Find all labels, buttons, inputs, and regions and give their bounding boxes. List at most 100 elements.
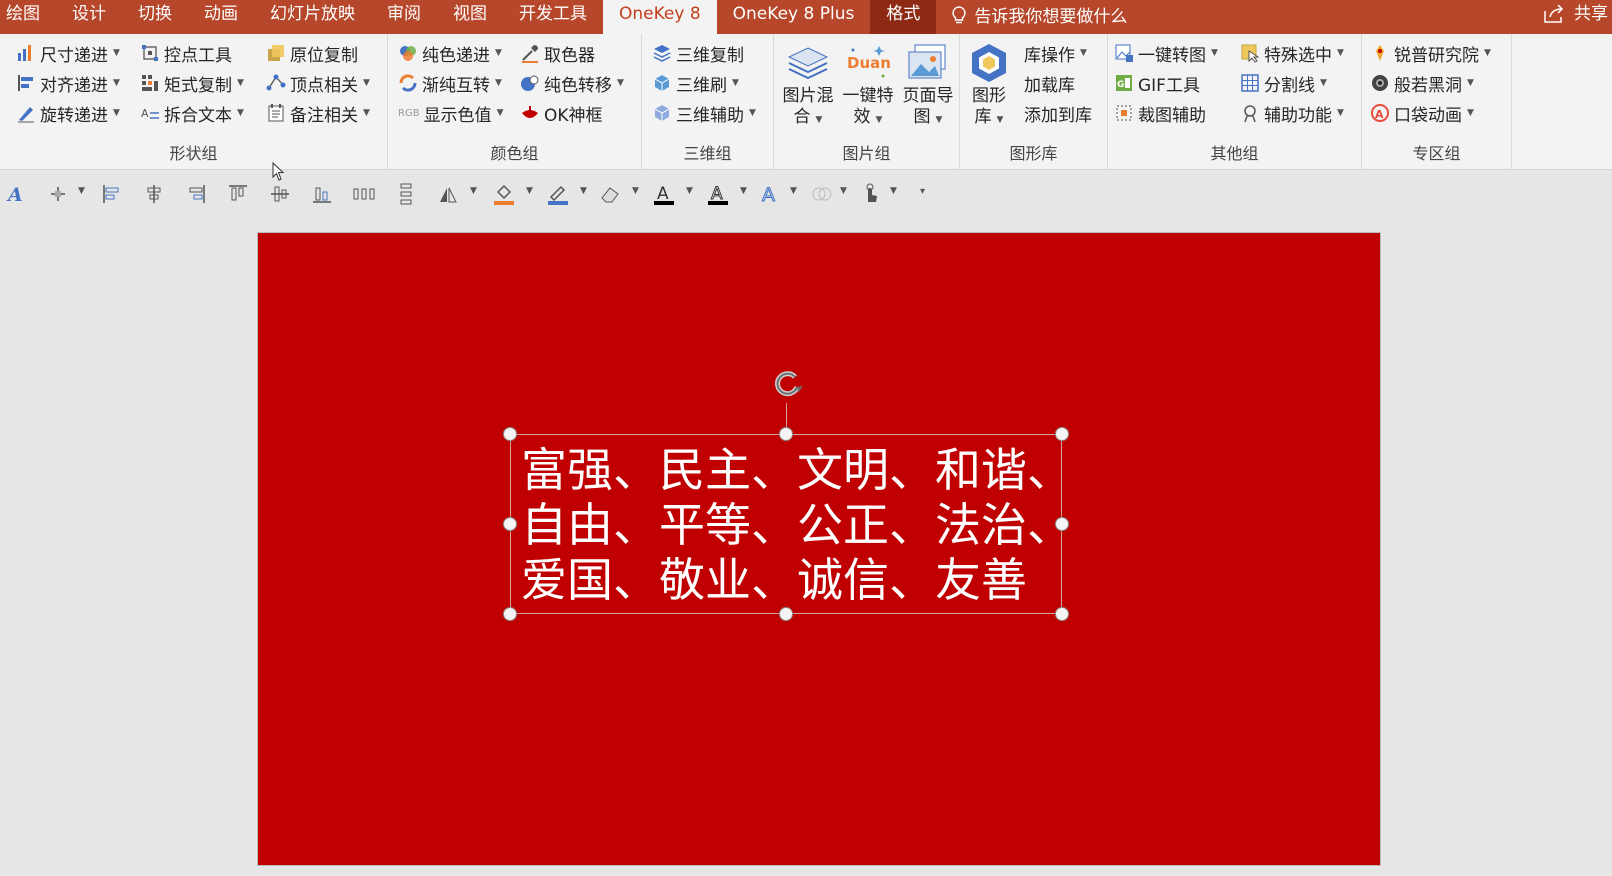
chevron-down-icon[interactable]: ▼ [890, 186, 897, 196]
align-right-icon[interactable] [184, 182, 208, 206]
chevron-down-icon[interactable]: ▼ [686, 186, 693, 196]
black-hole-icon [1372, 75, 1388, 91]
inplace-copy-button[interactable]: 原位复制 [266, 40, 358, 66]
threed-assist-button[interactable]: 三维辅助 ▼ [652, 100, 756, 126]
share-button[interactable]: 共享 [1542, 0, 1608, 28]
shape-merge-icon[interactable] [810, 182, 834, 206]
resize-handle-right[interactable] [1055, 517, 1069, 531]
color-picker-button[interactable]: 取色器 [520, 40, 595, 66]
touch-mode-icon[interactable] [858, 182, 882, 206]
chevron-down-icon[interactable]: ▼ [740, 186, 747, 196]
notes-button[interactable]: 备注相关 ▼ [266, 100, 370, 126]
gif-tool-button[interactable]: G GIF工具 [1114, 70, 1200, 96]
svg-text:A: A [6, 184, 23, 206]
shape-outline-icon[interactable] [546, 182, 570, 206]
eraser-icon[interactable] [598, 182, 622, 206]
align-middle-icon[interactable] [268, 182, 292, 206]
chevron-down-icon: ▼ [363, 108, 370, 118]
shape-library-group: 图形 库 ▼ 库操作 ▼ 加载库 添加到库 图形库 [960, 34, 1108, 170]
helper-button[interactable]: 辅助功能 ▼ [1240, 100, 1344, 126]
rotate-step-button[interactable]: 旋转递进 ▼ [16, 100, 120, 126]
chevron-down-icon[interactable]: ▼ [78, 186, 85, 196]
chevron-down-icon: ▼ [496, 108, 504, 118]
align-left-icon[interactable] [100, 182, 124, 206]
shape-fill-icon[interactable] [492, 182, 516, 206]
vertex-button[interactable]: 顶点相关 ▼ [266, 70, 370, 96]
resize-handle-top-right[interactable] [1055, 427, 1069, 441]
matrix-copy-button[interactable]: 矩式复制 ▼ [140, 70, 244, 96]
tab-developer[interactable]: 开发工具 [503, 0, 603, 34]
group-label: 颜色组 [490, 144, 539, 163]
tab-onekey8[interactable]: OneKey 8 [603, 0, 717, 34]
tab-slideshow[interactable]: 幻灯片放映 [254, 0, 371, 34]
tab-format[interactable]: 格式 [870, 0, 937, 34]
threed-copy-button[interactable]: 三维复制 [652, 40, 744, 66]
resize-handle-bottom[interactable] [779, 607, 793, 621]
tab-draw[interactable]: 绘图 [0, 0, 56, 34]
chevron-down-icon[interactable]: ▼ [470, 186, 477, 196]
text-effects-icon[interactable]: A [758, 182, 782, 207]
chevron-down-icon[interactable]: ▼ [526, 186, 533, 196]
threed-brush-button[interactable]: 三维刷 ▼ [652, 70, 739, 96]
resize-handle-top-left[interactable] [503, 427, 517, 441]
boruo-button[interactable]: 般若黑洞 ▼ [1370, 70, 1474, 96]
distribute-vertical-icon[interactable] [394, 182, 418, 206]
resize-handle-bottom-right[interactable] [1055, 607, 1069, 621]
show-color-button[interactable]: RGB 显示色值 ▼ [398, 100, 503, 126]
lamp-icon [522, 106, 538, 118]
one-key-effect-button[interactable]: Duang 一键特 效▼ [838, 42, 898, 131]
tab-transitions[interactable]: 切换 [122, 0, 188, 34]
matrix-icon [142, 75, 158, 91]
add-to-library-button[interactable]: 添加到库 [1024, 100, 1092, 126]
slide-canvas[interactable]: 富强、民主、文明、和谐、 自由、平等、公正、法治、 爱国、敬业、诚信、友善 [258, 233, 1380, 865]
align-bottom-icon[interactable] [310, 182, 334, 206]
text-style-icon[interactable]: A [4, 182, 28, 206]
font-color-bar [654, 201, 674, 205]
align-top-icon[interactable] [226, 182, 250, 206]
font-color-icon[interactable]: A [652, 182, 676, 206]
chevron-down-icon: ▼ [113, 108, 120, 118]
resize-handle-top[interactable] [779, 427, 793, 441]
tab-review[interactable]: 审阅 [371, 0, 437, 34]
pocket-animation-button[interactable]: A 口袋动画 ▼ [1370, 100, 1474, 126]
tell-me-box[interactable]: 告诉我你想要做什么 [948, 0, 1127, 34]
resize-handle-left[interactable] [503, 517, 517, 531]
load-library-button[interactable]: 加载库 [1024, 70, 1075, 96]
align-step-button[interactable]: 对齐递进 ▼ [16, 70, 120, 96]
tab-onekey8-plus[interactable]: OneKey 8 Plus [717, 0, 871, 34]
gradient-swap-button[interactable]: 渐纯互转 ▼ [398, 70, 502, 96]
resize-handle-bottom-left[interactable] [503, 607, 517, 621]
page-export-button[interactable]: 页面导 图 ▼ [898, 42, 958, 131]
one-key-image-button[interactable]: 一键转图 ▼ [1114, 40, 1218, 66]
align-center-icon[interactable] [142, 182, 166, 206]
split-text-button[interactable]: A 拆合文本 ▼ [140, 100, 244, 126]
library-operate-button[interactable]: 库操作 ▼ [1024, 40, 1087, 66]
tab-animations[interactable]: 动画 [188, 0, 254, 34]
selected-text-box[interactable]: 富强、民主、文明、和谐、 自由、平等、公正、法治、 爱国、敬业、诚信、友善 [503, 371, 1073, 621]
text-highlight-icon[interactable]: A [706, 182, 730, 206]
chevron-down-icon[interactable]: ▼ [840, 186, 847, 196]
size-step-button[interactable]: 尺寸递进 ▼ [16, 40, 120, 66]
special-select-button[interactable]: 特殊选中 ▼ [1240, 40, 1344, 66]
rotate-flip-icon[interactable] [436, 182, 460, 206]
pure-step-button[interactable]: 纯色递进 ▼ [398, 40, 502, 66]
ok-frame-button[interactable]: OK神框 [520, 100, 603, 126]
crop-assist-button[interactable]: 裁图辅助 [1114, 100, 1206, 126]
tab-design[interactable]: 设计 [56, 0, 122, 34]
divider-button[interactable]: 分割线 ▼ [1240, 70, 1327, 96]
crop-handle-icon[interactable] [46, 182, 70, 206]
chevron-down-icon[interactable]: ▼ [580, 186, 587, 196]
tab-view[interactable]: 视图 [437, 0, 503, 34]
slide-text-content[interactable]: 富强、民主、文明、和谐、 自由、平等、公正、法治、 爱国、敬业、诚信、友善 [521, 443, 1073, 608]
pure-move-button[interactable]: 纯色转移 ▼ [520, 70, 624, 96]
rotate-handle-icon[interactable] [769, 365, 805, 401]
control-tool-button[interactable]: 控点工具 [140, 40, 232, 66]
shape-library-button[interactable]: 图形 库 ▼ [964, 42, 1014, 131]
customize-toolbar-icon[interactable]: ▾ [920, 186, 925, 197]
group-label: 其他组 [1210, 144, 1259, 163]
ruipu-button[interactable]: 锐普研究院 ▼ [1370, 40, 1491, 66]
distribute-horizontal-icon[interactable] [352, 182, 376, 206]
chevron-down-icon[interactable]: ▼ [632, 186, 639, 196]
picture-mix-button[interactable]: 图片混 合 ▼ [778, 42, 838, 131]
chevron-down-icon[interactable]: ▼ [790, 186, 797, 196]
